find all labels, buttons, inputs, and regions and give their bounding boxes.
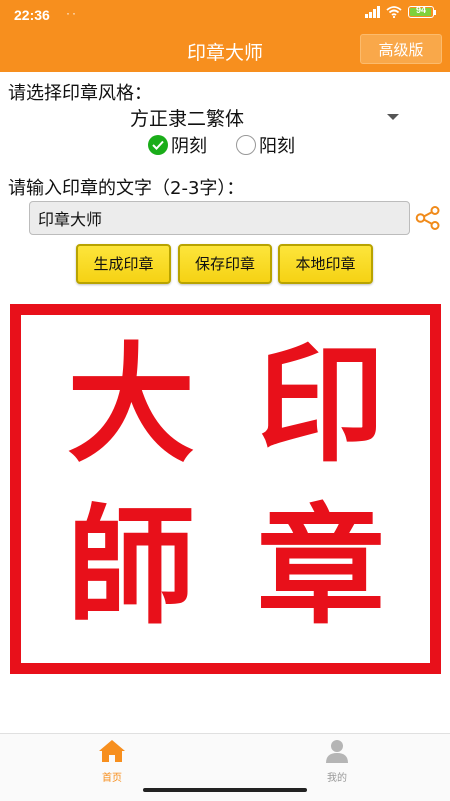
tab-profile[interactable]: 我的 xyxy=(287,739,387,784)
checkmark-icon xyxy=(152,140,164,150)
seal-char-top-left: 大 xyxy=(66,330,195,480)
battery-icon: 94 xyxy=(408,5,436,18)
dropdown-arrow-icon xyxy=(387,114,399,120)
radio-yangke[interactable]: 阳刻 xyxy=(236,134,295,157)
signal-icon xyxy=(365,6,380,18)
style-label: 请选择印章风格： xyxy=(8,83,152,104)
tab-profile-label: 我的 xyxy=(327,773,347,784)
save-seal-button[interactable]: 保存印章 xyxy=(178,244,272,284)
font-style-value: 方正隶二繁体 xyxy=(130,108,245,130)
advanced-version-button[interactable]: 高级版 xyxy=(360,34,442,64)
seal-char-top-right: 印 xyxy=(256,330,385,480)
battery-level: 94 xyxy=(415,5,426,15)
home-icon xyxy=(99,740,125,762)
seal-preview: 大 印 師 章 xyxy=(10,304,441,674)
radio-yinke[interactable]: 阴刻 xyxy=(148,134,207,157)
seal-char-bottom-left: 師 xyxy=(66,492,195,642)
status-dots: ·· xyxy=(66,6,78,20)
status-icons: 94 xyxy=(365,5,436,18)
wifi-icon xyxy=(386,6,402,18)
share-icon[interactable] xyxy=(415,206,441,230)
tab-home[interactable]: 首页 xyxy=(62,739,162,784)
seal-char-bottom-right: 章 xyxy=(256,492,385,642)
status-bar: 22:36 ·· 94 xyxy=(0,0,450,28)
radio-yangke-label: 阳刻 xyxy=(259,136,295,157)
profile-icon xyxy=(326,740,348,763)
local-seal-button[interactable]: 本地印章 xyxy=(278,244,373,284)
text-label: 请输入印章的文字（2-3字）： xyxy=(8,178,245,199)
status-time: 22:36 xyxy=(14,7,50,23)
font-style-dropdown[interactable]: 方正隶二繁体 xyxy=(0,104,450,130)
radio-checked-icon xyxy=(148,135,168,155)
radio-yinke-label: 阴刻 xyxy=(171,136,207,157)
radio-unchecked-icon xyxy=(236,135,256,155)
generate-seal-button[interactable]: 生成印章 xyxy=(76,244,171,284)
tab-home-label: 首页 xyxy=(102,773,122,784)
app-bar: 印章大师 高级版 xyxy=(0,28,450,72)
home-indicator xyxy=(143,788,307,792)
seal-text-input[interactable] xyxy=(29,201,410,235)
